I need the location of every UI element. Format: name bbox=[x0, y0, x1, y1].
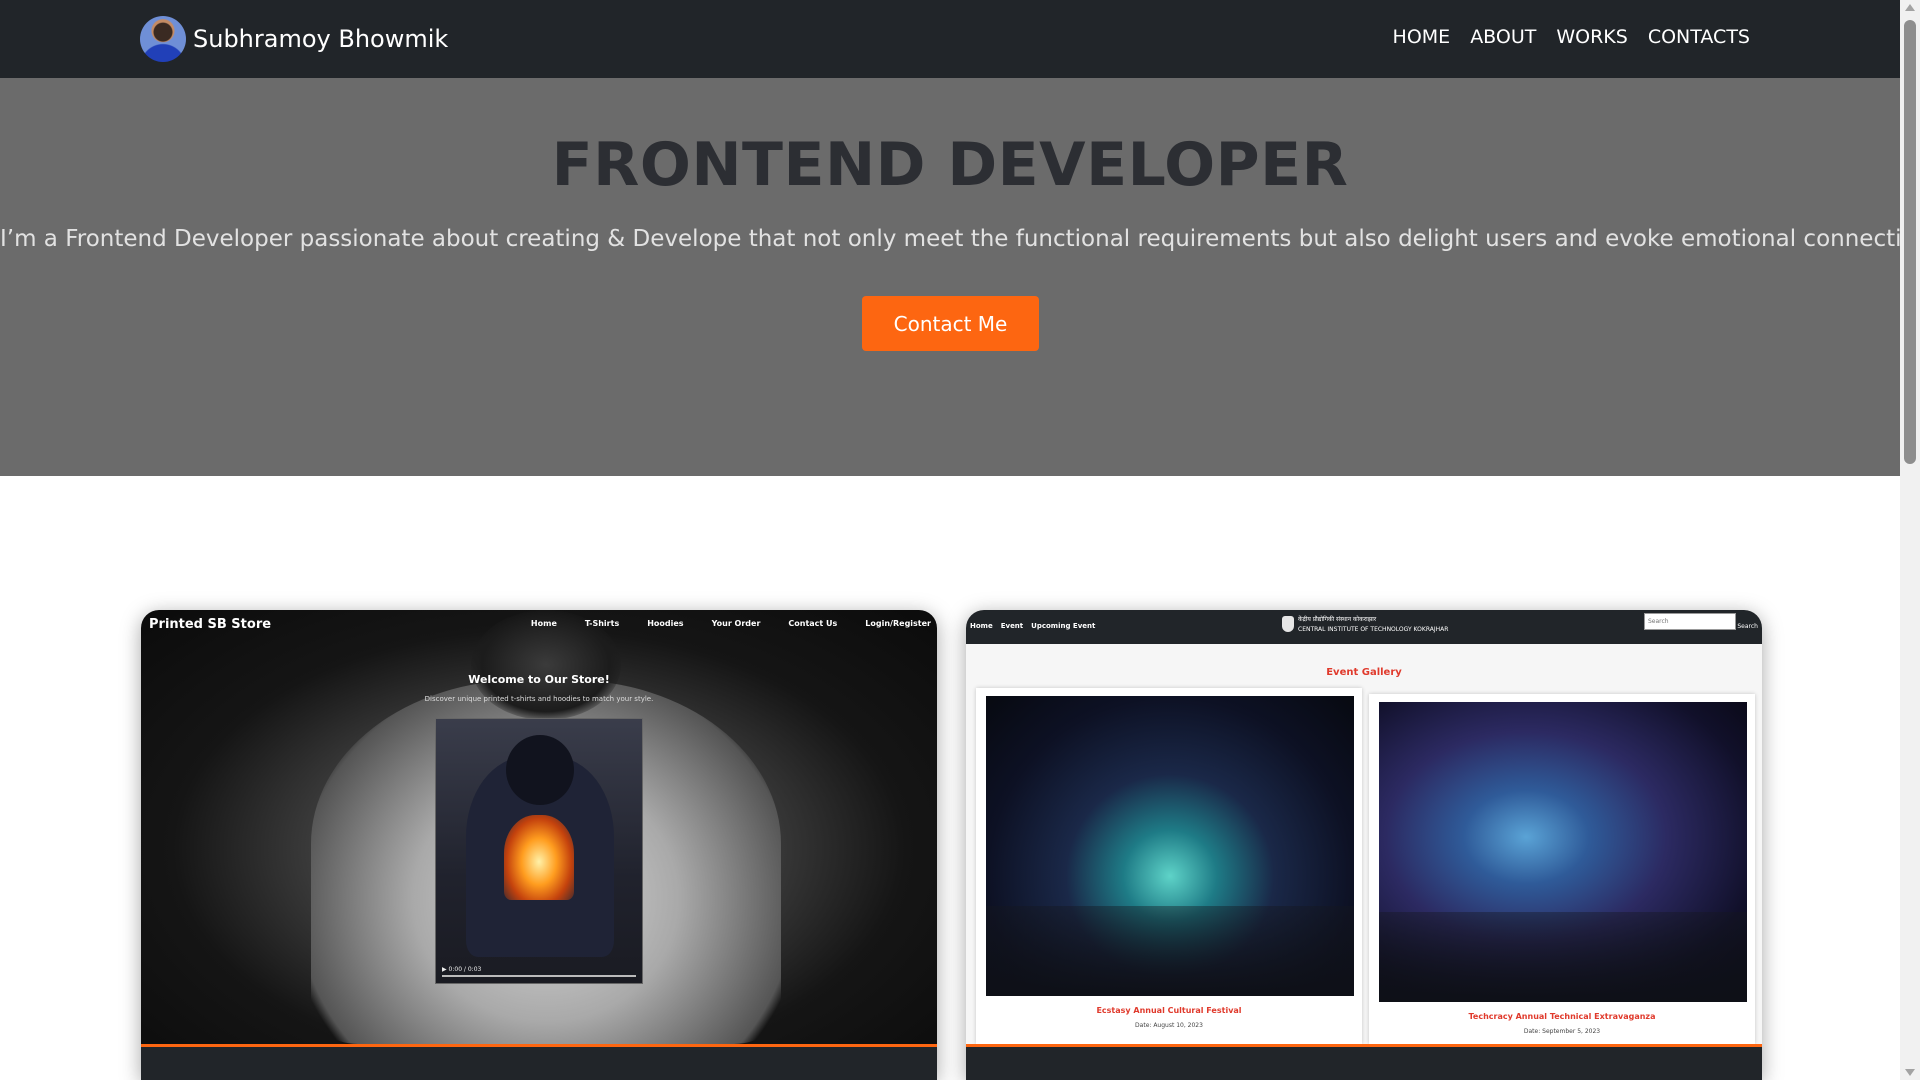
gallery-heading: Event Gallery bbox=[1326, 667, 1402, 678]
store-nav-your-order: Your Order bbox=[711, 619, 761, 628]
nav-link-works[interactable]: WORKS bbox=[1556, 26, 1627, 48]
store-nav-tshirts: T-Shirts bbox=[584, 619, 620, 628]
video-controls: ▶ 0:00 / 0:03 bbox=[442, 966, 636, 973]
store-nav-hoodies: Hoodies bbox=[647, 619, 684, 628]
event-photo bbox=[986, 696, 1354, 996]
store-brand: Printed SB Store bbox=[149, 617, 272, 632]
navbar: Subhramoy Bhowmik HOME ABOUT WORKS CONTA… bbox=[0, 0, 1900, 78]
brand-name[interactable]: Subhramoy Bhowmik bbox=[193, 25, 448, 53]
page-scrollbar[interactable] bbox=[1900, 0, 1920, 1080]
video-progress-track bbox=[442, 975, 636, 977]
store-screenshot: Printed SB Store Home T-Shirts Hoodies Y… bbox=[141, 610, 937, 1044]
store-nav-login: Login/Register bbox=[865, 619, 931, 628]
work-card-store[interactable]: Printed SB Store Home T-Shirts Hoodies Y… bbox=[141, 610, 937, 1080]
nav-link-contacts[interactable]: CONTACTS bbox=[1648, 26, 1750, 48]
gallery-nav-home: Home bbox=[970, 622, 993, 630]
nav-link-home[interactable]: HOME bbox=[1393, 26, 1451, 48]
gallery-navbar: Home Event Upcoming Event केंद्रीय प्रौद… bbox=[966, 610, 1762, 644]
event-date: Date: August 10, 2023 bbox=[1135, 1022, 1203, 1029]
video-time: 0:00 / 0:03 bbox=[448, 966, 482, 973]
event-title: Ecstasy Annual Cultural Festival bbox=[1096, 1006, 1242, 1015]
crowd-silhouette bbox=[986, 906, 1354, 996]
hoodie-video: ▶ 0:00 / 0:03 bbox=[435, 718, 643, 984]
event-card: Ecstasy Annual Cultural Festival Date: A… bbox=[976, 688, 1362, 1044]
scroll-up-arrow-icon[interactable] bbox=[1905, 4, 1915, 11]
hoodie-hood bbox=[506, 735, 574, 805]
gallery-nav-upcoming: Upcoming Event bbox=[1031, 622, 1096, 630]
event-card: Techcracy Annual Technical Extravaganza … bbox=[1369, 694, 1755, 1044]
play-icon: ▶ bbox=[442, 966, 447, 973]
hero-subtitle: I’m a Frontend Developer passionate abou… bbox=[0, 226, 1920, 252]
scroll-thumb[interactable] bbox=[1904, 20, 1916, 464]
nav-link-about[interactable]: ABOUT bbox=[1470, 26, 1536, 48]
scroll-down-arrow-icon[interactable] bbox=[1905, 1069, 1915, 1076]
crowd-silhouette bbox=[1379, 912, 1747, 1002]
store-nav-contact: Contact Us bbox=[788, 619, 838, 628]
store-description: Discover unique printed t-shirts and hoo… bbox=[424, 695, 654, 703]
card-footer-bar bbox=[966, 1044, 1762, 1080]
contact-me-button[interactable]: Contact Me bbox=[862, 296, 1039, 351]
nav-links: HOME ABOUT WORKS CONTACTS bbox=[1393, 26, 1750, 48]
gallery-search-button: Search bbox=[1737, 623, 1758, 630]
event-date: Date: September 5, 2023 bbox=[1523, 1028, 1601, 1035]
gallery-nav-links: Home Event Upcoming Event bbox=[970, 622, 1095, 630]
hero-section: FRONTEND DEVELOPER I’m a Frontend Develo… bbox=[0, 78, 1920, 476]
store-nav: Home T-Shirts Hoodies Your Order Contact… bbox=[531, 619, 931, 628]
avatar bbox=[140, 16, 186, 62]
gallery-nav-event: Event bbox=[1000, 622, 1024, 630]
hero-title: FRONTEND DEVELOPER bbox=[551, 130, 1349, 200]
institute-name-hindi: केंद्रीय प्रौद्योगिकी संस्थान कोकराझार bbox=[1298, 616, 1377, 623]
hoodie-print bbox=[504, 815, 574, 900]
card-footer-bar bbox=[141, 1044, 937, 1080]
brand[interactable]: Subhramoy Bhowmik bbox=[140, 16, 448, 62]
gallery-search-input bbox=[1644, 613, 1736, 630]
event-title: Techcracy Annual Technical Extravaganza bbox=[1468, 1012, 1656, 1021]
work-card-event-gallery[interactable]: Home Event Upcoming Event केंद्रीय प्रौद… bbox=[966, 610, 1762, 1080]
event-photo bbox=[1379, 702, 1747, 1002]
institute-name: केंद्रीय प्रौद्योगिकी संस्थान कोकराझार C… bbox=[1298, 615, 1448, 635]
gallery-screenshot: Home Event Upcoming Event केंद्रीय प्रौद… bbox=[966, 610, 1762, 1044]
institute-logo-icon bbox=[1282, 616, 1294, 632]
institute-name-english: CENTRAL INSTITUTE OF TECHNOLOGY KOKRAJHA… bbox=[1298, 626, 1449, 633]
store-nav-home: Home bbox=[530, 619, 557, 628]
store-welcome: Welcome to Our Store! bbox=[468, 673, 610, 686]
